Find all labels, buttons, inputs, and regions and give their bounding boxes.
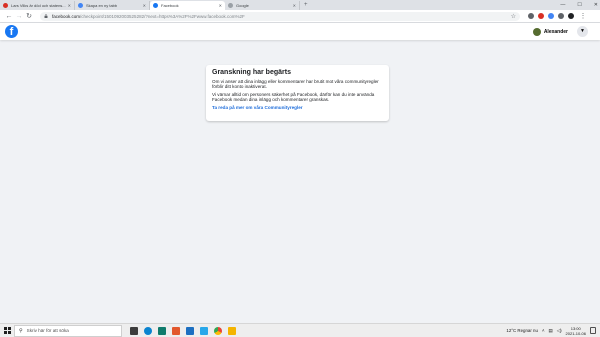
account-menu-button[interactable]: ▼ bbox=[577, 26, 588, 37]
browser-tab-strip: Lars Vilks är död och statens... ✕ Skapa… bbox=[0, 0, 600, 10]
card-title: Granskning har begärts bbox=[212, 69, 291, 76]
close-window-button[interactable]: ✕ bbox=[594, 2, 598, 8]
facebook-header: f Alexander ▼ bbox=[0, 23, 600, 40]
start-button[interactable] bbox=[0, 324, 14, 337]
browser-tab[interactable]: Skapa en ny tabb ✕ bbox=[75, 1, 150, 10]
app-icon[interactable] bbox=[228, 326, 236, 335]
tab-favicon-icon bbox=[3, 3, 8, 8]
tab-label: Facebook bbox=[161, 3, 179, 8]
lock-icon bbox=[44, 14, 48, 18]
extension-icon[interactable] bbox=[548, 13, 554, 19]
store-icon[interactable] bbox=[158, 326, 166, 335]
browser-tab[interactable]: Lars Vilks är död och statens... ✕ bbox=[0, 1, 75, 10]
maximize-button[interactable]: ☐ bbox=[577, 2, 581, 8]
pinned-apps bbox=[130, 326, 236, 335]
tab-favicon-icon bbox=[228, 3, 233, 8]
tray-chevron-icon[interactable]: ˄ bbox=[542, 328, 545, 333]
forward-arrow-icon[interactable]: → bbox=[14, 13, 24, 20]
extension-icon[interactable] bbox=[528, 13, 534, 19]
network-icon[interactable]: ▤ bbox=[549, 328, 553, 334]
reload-icon[interactable]: ↻ bbox=[24, 12, 34, 20]
avatar bbox=[532, 27, 541, 36]
new-tab-button[interactable]: + bbox=[304, 1, 308, 10]
profile-avatar-icon[interactable] bbox=[568, 13, 574, 19]
extension-icon[interactable] bbox=[538, 13, 544, 19]
user-name: Alexander bbox=[543, 28, 568, 35]
close-icon[interactable]: ✕ bbox=[293, 3, 296, 8]
profile-button[interactable]: Alexander bbox=[532, 26, 568, 37]
extensions-area: ⋮ bbox=[528, 12, 588, 20]
windows-logo-icon bbox=[3, 327, 11, 334]
window-controls: — ☐ ✕ bbox=[560, 0, 598, 10]
volume-icon[interactable]: ◁) bbox=[557, 328, 562, 334]
mail-icon[interactable] bbox=[186, 326, 194, 335]
clock-date: 2021-10-06 bbox=[565, 330, 586, 336]
notification-icon[interactable] bbox=[590, 327, 596, 334]
address-bar[interactable]: facebook.com/checkpoint/1501092003525282… bbox=[40, 11, 520, 21]
task-view-icon[interactable] bbox=[130, 326, 138, 335]
facebook-logo-icon[interactable]: f bbox=[5, 25, 18, 38]
extensions-puzzle-icon[interactable] bbox=[558, 13, 564, 19]
close-icon[interactable]: ✕ bbox=[68, 3, 71, 8]
card-paragraph: Om vi anser att dina inlägg eller kommen… bbox=[212, 79, 379, 90]
browser-toolbar: ← → ↻ facebook.com/checkpoint/1501092003… bbox=[0, 10, 600, 23]
browser-menu-icon[interactable]: ⋮ bbox=[578, 12, 588, 20]
weather-widget[interactable]: 12°C Regnar nu bbox=[506, 328, 538, 333]
tab-label: Google bbox=[236, 3, 249, 8]
close-icon[interactable]: ✕ bbox=[143, 3, 146, 8]
close-icon[interactable]: ✕ bbox=[219, 3, 222, 8]
minimize-button[interactable]: — bbox=[560, 2, 565, 8]
app-icon[interactable] bbox=[200, 326, 208, 335]
clock[interactable]: 13:00 2021-10-06 bbox=[566, 326, 586, 336]
facebook-favicon-icon bbox=[153, 3, 158, 8]
chrome-icon[interactable] bbox=[214, 326, 222, 335]
tab-favicon-icon bbox=[78, 3, 83, 8]
review-requested-card: Granskning har begärts Om vi anser att d… bbox=[206, 65, 389, 121]
office-icon[interactable] bbox=[172, 326, 180, 335]
tab-label: Skapa en ny tabb bbox=[86, 3, 118, 8]
url-path: /checkpoint/1501092003525282/?next=https… bbox=[80, 13, 245, 19]
tab-label: Lars Vilks är död och statens... bbox=[11, 3, 66, 8]
url-host: facebook.com bbox=[52, 13, 81, 19]
browser-tab[interactable]: Google ✕ bbox=[225, 1, 300, 10]
search-icon: ⚲ bbox=[19, 327, 23, 334]
windows-taskbar: ⚲ Skriv här för att söka 12°C Regnar nu … bbox=[0, 323, 600, 337]
taskbar-search-box[interactable]: ⚲ Skriv här för att söka bbox=[14, 324, 122, 337]
card-paragraph: Vi värnar alltid om personers säkerhet p… bbox=[212, 91, 375, 103]
bookmark-star-icon[interactable]: ☆ bbox=[511, 13, 516, 20]
back-arrow-icon[interactable]: ← bbox=[4, 13, 14, 20]
edge-icon[interactable] bbox=[144, 326, 152, 335]
community-standards-link[interactable]: Ta reda på mer om våra Communityregler bbox=[212, 105, 383, 110]
search-placeholder: Skriv här för att söka bbox=[26, 328, 69, 333]
browser-tab-active[interactable]: Facebook ✕ bbox=[150, 1, 225, 10]
system-tray: 12°C Regnar nu ˄ ▤ ◁) 13:00 2021-10-06 bbox=[506, 326, 600, 336]
